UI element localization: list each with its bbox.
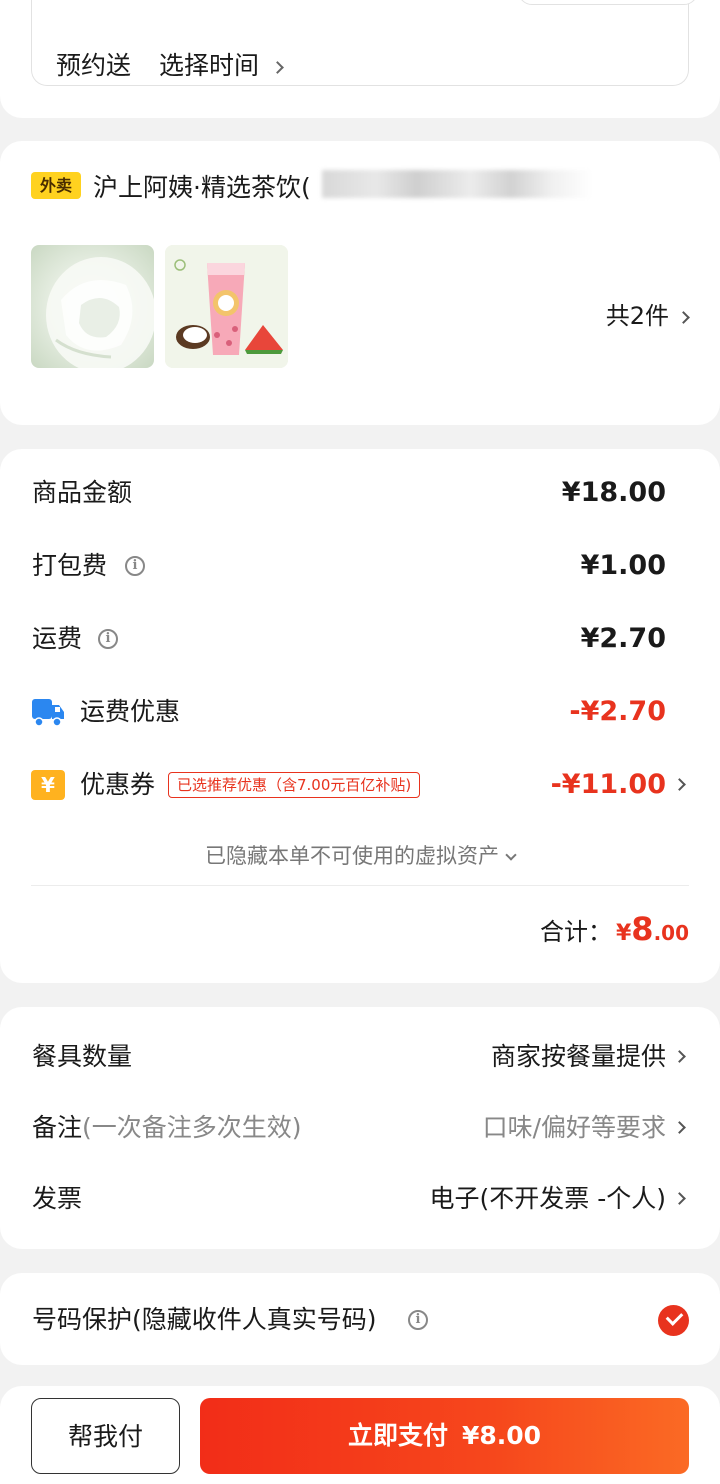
notes-label-group: 备注(一次备注多次生效): [32, 1108, 302, 1148]
chevron-down-icon: [505, 849, 517, 861]
store-name-redacted: [322, 170, 592, 198]
truck-icon: [32, 699, 64, 727]
drink-ice-image[interactable]: [31, 245, 154, 368]
shipping-discount-label: 运费优惠: [80, 697, 181, 726]
notes-row[interactable]: 备注(一次备注多次生效) 口味/偏好等要求: [0, 1108, 720, 1148]
coupon-recommend-tag: 已选推荐优惠（含7.00元百亿补贴): [168, 772, 421, 798]
hidden-assets-label: 已隐藏本单不可使用的虚拟资产: [205, 844, 499, 868]
goods-amount-value: ¥18.00: [561, 477, 666, 508]
chevron-right-icon: [673, 1192, 686, 1205]
chevron-right-icon: [673, 1121, 686, 1134]
total-row: 合计： ¥8.00: [540, 910, 689, 948]
select-time-link[interactable]: 选择时间: [159, 51, 259, 80]
coconut-watermelon-drink-graphic: [165, 245, 288, 368]
delivery-time-row[interactable]: 预约送 选择时间: [56, 46, 284, 82]
coupon-row[interactable]: ¥ 优惠券 已选推荐优惠（含7.00元百亿补贴) -¥11.00: [0, 765, 720, 805]
divider: [31, 885, 689, 886]
item-count-label: 共2件: [605, 302, 669, 330]
total-currency: ¥: [615, 921, 632, 946]
item-count-link[interactable]: 共2件: [605, 296, 690, 331]
shipping-fee-label: 运费: [32, 624, 83, 653]
coupon-icon: ¥: [31, 770, 65, 800]
packing-fee-label: 打包费: [32, 551, 108, 580]
chevron-right-icon: [673, 778, 686, 791]
chevron-right-icon: [677, 310, 690, 324]
shipping-discount-value: -¥2.70: [569, 696, 666, 727]
total-label: 合计：: [539, 918, 612, 946]
pay-now-button[interactable]: 立即支付 ¥8.00: [200, 1398, 689, 1474]
drink-ice-graphic: [46, 257, 154, 368]
info-icon[interactable]: i: [125, 556, 145, 576]
pay-now-amount: ¥8.00: [461, 1421, 542, 1450]
packing-fee-row: 打包费 i ¥1.00: [0, 546, 720, 586]
store-name[interactable]: 沪上阿姨·精选茶饮(: [93, 168, 311, 204]
notes-label: 备注: [32, 1113, 83, 1142]
total-decimal: .00: [653, 921, 689, 945]
shipping-discount-row: 运费优惠 -¥2.70: [0, 692, 720, 732]
hidden-assets-toggle[interactable]: 已隐藏本单不可使用的虚拟资产: [0, 840, 720, 870]
delivery-tab-edge: [518, 0, 698, 5]
utensils-value: 商家按餐量提供: [490, 1042, 666, 1071]
notes-sublabel: (一次备注多次生效): [82, 1113, 302, 1142]
delivery-mode-label: 预约送: [56, 51, 132, 80]
info-icon[interactable]: i: [98, 629, 118, 649]
help-me-pay-button[interactable]: 帮我付: [31, 1398, 180, 1474]
chevron-right-icon: [673, 1050, 686, 1063]
invoice-row[interactable]: 发票 电子(不开发票 -个人): [0, 1179, 720, 1219]
shipping-fee-value: ¥2.70: [580, 623, 666, 654]
goods-amount-label: 商品金额: [32, 478, 133, 507]
invoice-value: 电子(不开发票 -个人): [429, 1184, 666, 1213]
takeout-badge: 外卖: [31, 172, 81, 199]
chevron-right-icon: [271, 60, 284, 74]
privacy-label: 号码保护(隐藏收件人真实号码): [32, 1305, 377, 1334]
invoice-label: 发票: [32, 1184, 83, 1213]
info-icon[interactable]: i: [408, 1310, 428, 1330]
privacy-checkbox[interactable]: [658, 1305, 689, 1336]
utensils-label: 餐具数量: [32, 1042, 133, 1071]
coupon-label: 优惠券: [80, 770, 156, 799]
coupon-value: -¥11.00: [550, 769, 666, 800]
shipping-fee-row: 运费 i ¥2.70: [0, 619, 720, 659]
utensils-row[interactable]: 餐具数量 商家按餐量提供: [0, 1037, 720, 1077]
total-integer: 8: [631, 910, 654, 948]
pay-now-label: 立即支付: [347, 1421, 448, 1450]
notes-placeholder: 口味/偏好等要求: [482, 1113, 666, 1142]
coconut-watermelon-drink-image[interactable]: [165, 245, 288, 368]
packing-fee-value: ¥1.00: [580, 550, 666, 581]
goods-amount-row: 商品金额 ¥18.00: [0, 473, 720, 513]
